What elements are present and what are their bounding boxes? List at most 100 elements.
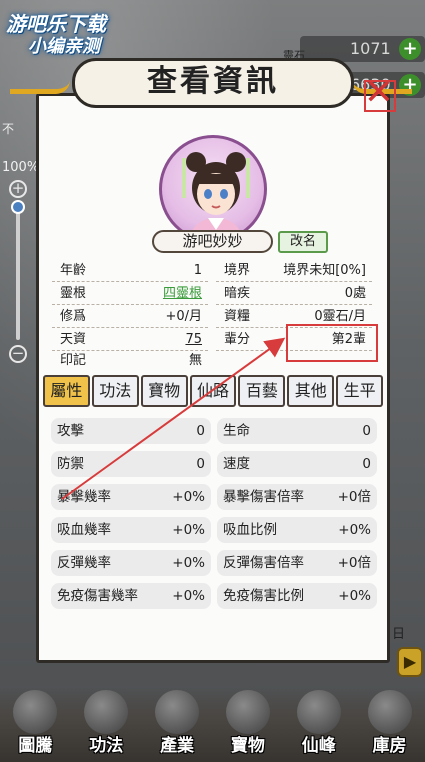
close-highlight-box <box>364 80 396 112</box>
info-label: 暗疾 <box>224 286 251 301</box>
zoom-slider-handle[interactable] <box>11 200 25 214</box>
info-talent: 天資 75 <box>52 329 208 351</box>
stat-defense: 防禦 0 <box>51 451 211 477</box>
nav-label: 仙峰 <box>301 736 336 756</box>
nav-industry[interactable]: 產業 <box>143 688 211 758</box>
info-hidden-illness: 暗疾 0處 <box>216 283 372 305</box>
zoom-level: 100% <box>2 160 40 175</box>
stat-label: 防禦 <box>57 456 84 472</box>
nav-storehouse[interactable]: 庫房 <box>356 688 424 758</box>
zoom-slider-track[interactable] <box>16 200 20 340</box>
info-age: 年齡 1 <box>52 260 208 282</box>
stat-lifesteal-ratio: 吸血比例 +0% <box>217 517 377 543</box>
stat-value: +0% <box>172 588 205 604</box>
info-value: +0/月 <box>165 309 202 324</box>
dialog-title-banner: 查看資訊 <box>72 58 354 108</box>
stat-value: +0倍 <box>337 555 371 571</box>
add-spirit-stone-button[interactable]: + <box>399 38 421 60</box>
nav-label: 圖騰 <box>18 736 53 756</box>
nav-label: 寶物 <box>230 736 265 756</box>
stat-value: +0倍 <box>337 489 371 505</box>
nav-peak[interactable]: 仙峰 <box>285 688 353 758</box>
zoom-out-icon[interactable]: − <box>9 345 27 363</box>
info-label: 靈根 <box>60 286 87 301</box>
info-label: 修爲 <box>60 309 87 324</box>
nav-label: 庫房 <box>372 736 407 756</box>
watermark-line-1: 游吧乐下载 <box>6 12 106 36</box>
stat-speed: 速度 0 <box>217 451 377 477</box>
avatar <box>159 135 267 243</box>
stat-label: 暴擊幾率 <box>57 489 111 505</box>
rename-button[interactable]: 改名 <box>278 231 328 253</box>
tab-bar: 屬性 功法 寶物 仙路 百藝 其他 生平 <box>43 375 384 407</box>
tab-treasures[interactable]: 寶物 <box>140 375 188 407</box>
tab-biography[interactable]: 生平 <box>336 375 384 407</box>
technique-icon <box>84 690 129 734</box>
info-spirit-root: 靈根 四靈根 <box>52 283 208 305</box>
stat-label: 免疫傷害比例 <box>223 588 304 604</box>
stat-label: 反彈幾率 <box>57 555 111 571</box>
totem-icon <box>13 690 58 734</box>
stat-value: +0% <box>172 555 205 571</box>
stat-reflect-rate: 反彈幾率 +0% <box>51 550 211 576</box>
stat-label: 反彈傷害倍率 <box>223 555 304 571</box>
side-label-right: 日 <box>392 627 406 642</box>
info-label: 天資 <box>60 332 87 347</box>
watermark-line-2: 小编亲测 <box>28 36 100 57</box>
stat-lifesteal-rate: 吸血幾率 +0% <box>51 517 211 543</box>
talent-link[interactable]: 75 <box>185 329 202 351</box>
stat-label: 生命 <box>223 423 250 439</box>
info-label: 資糧 <box>224 309 251 324</box>
zoom-in-icon[interactable]: + <box>9 180 27 198</box>
tab-techniques[interactable]: 功法 <box>91 375 139 407</box>
side-label: 不 <box>2 122 15 136</box>
nav-label: 功法 <box>89 736 124 756</box>
character-name: 游吧妙妙 <box>152 230 273 253</box>
stat-reflect-damage: 反彈傷害倍率 +0倍 <box>217 550 377 576</box>
spirit-stone-value: 1071 <box>350 39 391 58</box>
info-label: 境界 <box>224 263 251 278</box>
peak-icon <box>296 690 341 734</box>
treasure-icon <box>225 690 270 734</box>
zoom-control: 100% + − <box>0 160 40 400</box>
stat-crit-rate: 暴擊幾率 +0% <box>51 484 211 510</box>
tab-arts[interactable]: 百藝 <box>238 375 286 407</box>
stat-value: +0% <box>338 522 371 538</box>
storehouse-icon <box>367 690 412 734</box>
tab-immortal-path[interactable]: 仙路 <box>189 375 237 407</box>
stat-label: 吸血比例 <box>223 522 277 538</box>
stat-label: 暴擊傷害倍率 <box>223 489 304 505</box>
info-value: 境界未知[0%] <box>283 263 366 278</box>
info-label: 印記 <box>60 353 87 368</box>
spirit-root-link[interactable]: 四靈根 <box>163 283 202 305</box>
nav-treasure[interactable]: 寶物 <box>214 688 282 758</box>
stat-label: 攻擊 <box>57 423 84 439</box>
info-value: 無 <box>188 353 202 368</box>
stat-attack: 攻擊 0 <box>51 418 211 444</box>
nav-label: 產業 <box>160 736 195 756</box>
stat-value: 0 <box>362 423 371 439</box>
nav-totem[interactable]: 圖騰 <box>1 688 69 758</box>
stat-immune-ratio: 免疫傷害比例 +0% <box>217 583 377 609</box>
tab-other[interactable]: 其他 <box>287 375 335 407</box>
stat-label: 免疫傷害幾率 <box>57 588 138 604</box>
tab-attributes[interactable]: 屬性 <box>43 375 90 407</box>
info-label: 輩分 <box>224 332 251 347</box>
info-mark: 印記 無 <box>52 350 208 372</box>
info-value: 0處 <box>344 286 366 301</box>
stat-value: 0 <box>362 456 371 472</box>
info-realm: 境界 境界未知[0%] <box>216 260 372 282</box>
generation-highlight-box <box>286 324 378 362</box>
stat-value: +0% <box>172 489 205 505</box>
bottom-nav: 圖騰 功法 產業 寶物 仙峰 庫房 <box>0 688 425 762</box>
stat-immune-rate: 免疫傷害幾率 +0% <box>51 583 211 609</box>
stat-health: 生命 0 <box>217 418 377 444</box>
banner-ribbon-left <box>10 80 70 94</box>
watermark: 游吧乐下载 小编亲测 <box>6 12 146 58</box>
stat-label: 吸血幾率 <box>57 522 111 538</box>
nav-technique[interactable]: 功法 <box>72 688 140 758</box>
stat-crit-damage: 暴擊傷害倍率 +0倍 <box>217 484 377 510</box>
stat-value: 0 <box>196 423 205 439</box>
stat-value: +0% <box>172 522 205 538</box>
play-icon[interactable]: ▶ <box>397 647 423 677</box>
